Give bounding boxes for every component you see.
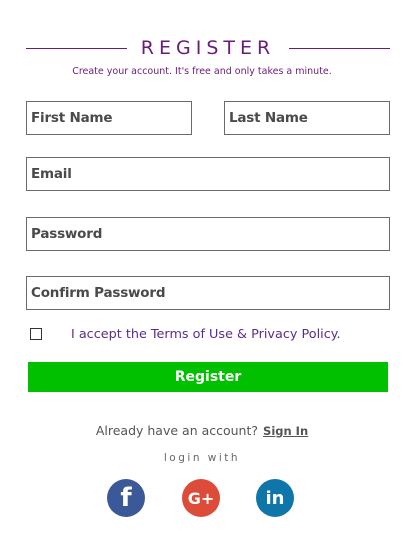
- terms-prefix: I accept the: [71, 327, 151, 342]
- last-name-field[interactable]: [224, 101, 390, 135]
- terms-label: I accept the Terms of Use & Privacy Poli…: [71, 327, 341, 342]
- facebook-login-button[interactable]: f: [107, 479, 145, 517]
- terms-row: I accept the Terms of Use & Privacy Poli…: [30, 326, 400, 344]
- terms-checkbox[interactable]: [30, 328, 42, 340]
- page-subtitle: Create your account. It's free and only …: [72, 66, 332, 77]
- header-divider-left: [26, 47, 127, 49]
- sign-in-prompt: Already have an account? Sign In: [0, 423, 404, 438]
- terms-of-use-link[interactable]: Terms of Use: [151, 327, 233, 342]
- sign-in-link[interactable]: Sign In: [263, 424, 308, 438]
- facebook-icon: f: [120, 483, 132, 513]
- login-with-label: login with: [163, 452, 241, 464]
- linkedin-login-button[interactable]: in: [256, 479, 294, 517]
- password-field[interactable]: [26, 217, 390, 251]
- privacy-policy-link[interactable]: Privacy Policy: [251, 327, 336, 342]
- terms-joiner: &: [232, 327, 252, 342]
- google-plus-icon: G+: [187, 488, 215, 508]
- terms-suffix: .: [336, 327, 341, 342]
- already-account-text: Already have an account?: [95, 423, 259, 438]
- header-divider-right: [289, 47, 390, 49]
- email-field[interactable]: [26, 157, 390, 191]
- linkedin-icon: in: [265, 487, 285, 509]
- google-plus-login-button[interactable]: G+: [182, 479, 220, 517]
- register-header: REGISTER: [26, 36, 390, 60]
- first-name-field[interactable]: [26, 101, 192, 135]
- confirm-password-field[interactable]: [26, 276, 390, 310]
- register-button[interactable]: Register: [28, 362, 388, 392]
- page-title: REGISTER: [140, 37, 276, 59]
